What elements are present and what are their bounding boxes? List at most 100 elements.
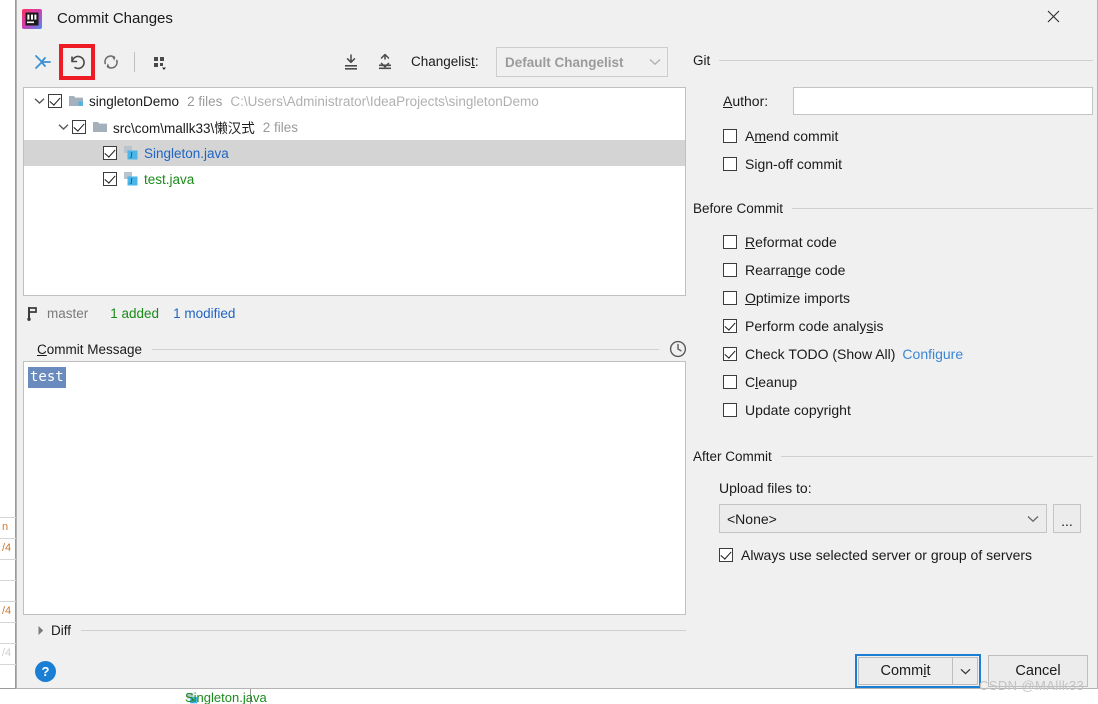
perform-code-analysis-checkbox[interactable] (723, 319, 737, 333)
git-section-header: Git (693, 50, 1093, 70)
before-commit-section-header: Before Commit (693, 198, 1093, 218)
modified-count: 1 modified (173, 305, 236, 321)
help-glyph: ? (41, 664, 50, 679)
check-todo-checkbox[interactable] (723, 347, 737, 361)
rearrange-code-row[interactable]: Rearrange code (723, 256, 1093, 284)
tree-node-name: src\com\mallk33\懒汉式 (113, 121, 255, 136)
always-use-selected-server-checkbox[interactable] (719, 548, 733, 562)
background-gutter-mark: /4 (2, 647, 12, 659)
close-icon[interactable] (1031, 0, 1075, 32)
diff-section-header[interactable]: Diff (31, 620, 686, 640)
file-checkbox[interactable] (103, 146, 117, 160)
vcs-status-bar: master 1 added 1 modified (23, 300, 686, 326)
commit-button[interactable]: Comm i t (858, 657, 952, 685)
rearrange-code-checkbox[interactable] (723, 263, 737, 277)
git-section-body: Author: Amend commit Sign-off commit (693, 86, 1093, 178)
section-rule (81, 629, 686, 631)
upload-target-dropdown[interactable]: <None> (719, 504, 1047, 533)
intellij-idea-icon (22, 9, 42, 29)
branch-name: master (47, 305, 89, 321)
tree-node-meta: 2 files (187, 93, 223, 109)
configure-todo-link[interactable]: Configure (902, 346, 963, 362)
background-gutter-row (0, 497, 16, 518)
table-row[interactable]: src\com\mallk33\懒汉式 2 files (24, 114, 685, 140)
file-checkbox[interactable] (48, 94, 62, 108)
chevron-down-icon (643, 58, 667, 66)
optimize-imports-label: Optimize imports (745, 290, 851, 306)
background-gutter-row: /4 (0, 602, 16, 623)
expand-all-icon[interactable] (335, 46, 367, 78)
background-gutter-row: n (0, 518, 16, 539)
commit-button-group: Comm i t (855, 654, 981, 688)
background-gutter-row (0, 581, 16, 602)
background-gutter-rows: n /4 /4 /4 (0, 497, 16, 665)
chevron-down-icon (1020, 515, 1046, 523)
table-row[interactable]: J Singleton.java (24, 140, 685, 166)
upload-target-row: <None> ... (719, 504, 1093, 533)
update-copyright-row[interactable]: Update copyright (723, 396, 1093, 424)
section-rule (780, 455, 1093, 457)
background-gutter-row: /4 (0, 644, 16, 665)
changelist-dropdown[interactable]: Default Changelist (496, 47, 668, 77)
changed-files-tree[interactable]: singletonDemo 2 files C:\Users\Administr… (23, 87, 686, 296)
commit-message-input[interactable]: test (23, 361, 686, 615)
refresh-icon[interactable] (95, 46, 127, 78)
after-commit-section-body: Upload files to: <None> ... Always use s… (693, 480, 1093, 569)
amend-commit-row[interactable]: Amend commit (723, 122, 1093, 150)
file-checkbox[interactable] (72, 120, 86, 134)
background-file-label: Singleton.java (185, 690, 267, 704)
upload-files-label: Upload files to: (719, 480, 812, 496)
before-commit-section-body: Reformat code Rearrange code Optimize im… (693, 228, 1093, 424)
group-by-icon[interactable] (144, 46, 176, 78)
tree-node-name: test.java (144, 171, 195, 187)
section-rule (719, 59, 1093, 61)
update-copyright-checkbox[interactable] (723, 403, 737, 417)
table-row[interactable]: singletonDemo 2 files C:\Users\Administr… (24, 88, 685, 114)
cleanup-row[interactable]: Cleanup (723, 368, 1093, 396)
rollback-icon[interactable] (61, 46, 93, 78)
background-gutter-row (0, 560, 16, 581)
file-checkbox[interactable] (103, 172, 117, 186)
tree-node-name: Singleton.java (144, 145, 229, 161)
perform-code-analysis-label: Perform code analysis (745, 318, 884, 334)
commit-options-panel: Git Author: Amend commit Sign-off commit… (693, 50, 1093, 569)
table-row[interactable]: J test.java (24, 166, 685, 192)
author-field[interactable] (793, 87, 1093, 115)
sign-off-commit-label: Sign-off commit (745, 156, 843, 172)
sign-off-commit-row[interactable]: Sign-off commit (723, 150, 1093, 178)
dialog-title: Commit Changes (57, 10, 173, 27)
cleanup-checkbox[interactable] (723, 375, 737, 389)
optimize-imports-checkbox[interactable] (723, 291, 737, 305)
reformat-code-row[interactable]: Reformat code (723, 228, 1093, 256)
diff-label: Diff (51, 622, 72, 638)
collapse-all-icon[interactable] (369, 46, 401, 78)
optimize-imports-row[interactable]: Optimize imports (723, 284, 1093, 312)
check-todo-label: Check TODO (Show All) (745, 346, 896, 362)
tree-node-path: C:\Users\Administrator\IdeaProjects\sing… (230, 93, 539, 109)
chevron-down-icon[interactable] (54, 123, 72, 131)
always-use-selected-server-label: Always use selected server or group of s… (741, 547, 1033, 563)
perform-code-analysis-row[interactable]: Perform code analysis (723, 312, 1093, 340)
amend-commit-checkbox[interactable] (723, 129, 737, 143)
help-question-icon[interactable]: ? (35, 661, 56, 682)
move-to-changelist-icon[interactable] (27, 46, 59, 78)
always-use-selected-server-row[interactable]: Always use selected server or group of s… (719, 541, 1093, 569)
git-section-title: Git (693, 52, 711, 68)
chevron-right-icon[interactable] (31, 625, 51, 636)
check-todo-row[interactable]: Check TODO (Show All) Configure (723, 340, 1093, 368)
background-gutter-row: /4 (0, 539, 16, 560)
reformat-code-checkbox[interactable] (723, 235, 737, 249)
commit-message-label: Commit Message (37, 341, 143, 357)
background-bottom-bar (0, 688, 1098, 704)
project-folder-icon (69, 96, 83, 106)
watermark: CSDN @MAllk33 (979, 678, 1085, 693)
changelist-label: Changelist: (411, 54, 479, 69)
browse-servers-button[interactable]: ... (1053, 504, 1081, 533)
amend-commit-label: Amend commit (745, 128, 839, 144)
clock-history-icon[interactable] (669, 340, 687, 358)
sign-off-commit-checkbox[interactable] (723, 157, 737, 171)
chevron-down-icon[interactable] (30, 97, 48, 105)
commit-dropdown-button[interactable] (952, 657, 978, 685)
background-gutter-mark: /4 (2, 542, 12, 554)
background-gutter-row (0, 623, 16, 644)
